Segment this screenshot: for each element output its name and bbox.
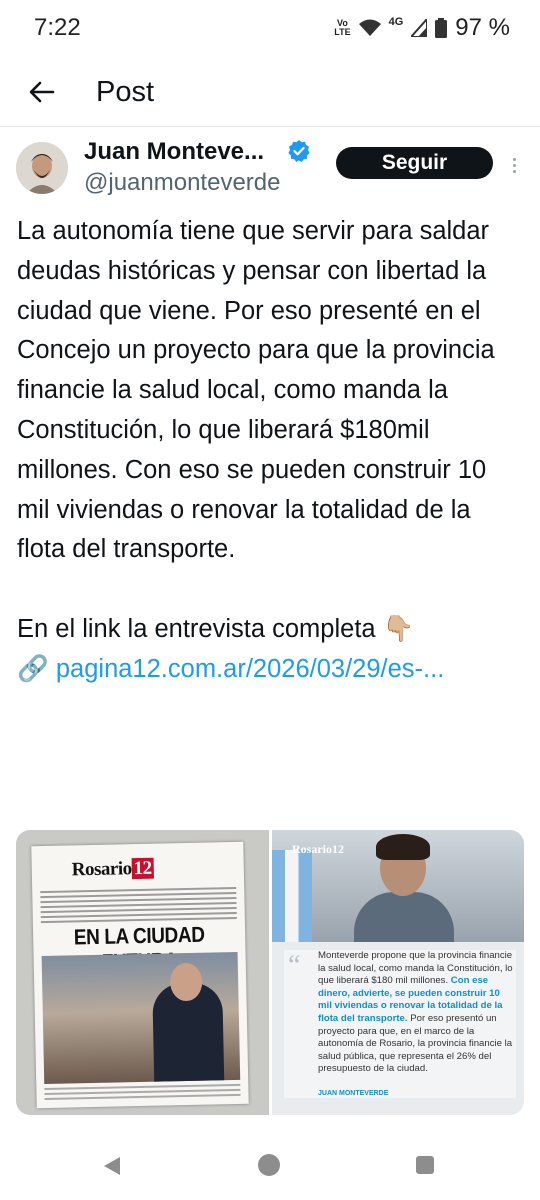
media-image-quote-card[interactable]: Rosario12 “ Monteverde propone que la pr… xyxy=(272,830,524,1115)
quote-card-text: Monteverde propone que la provincia fina… xyxy=(318,950,513,1075)
quote-card-text-box: “ Monteverde propone que la provincia fi… xyxy=(284,950,516,1098)
battery-percent: 97 % xyxy=(455,14,510,41)
avatar-image xyxy=(16,142,68,194)
tweet-paragraph-1: La autonomía tiene que servir para salda… xyxy=(17,217,495,564)
nav-recents-icon[interactable] xyxy=(416,1156,434,1174)
back-button[interactable] xyxy=(22,72,62,112)
battery-icon xyxy=(435,18,448,38)
media-image-newspaper[interactable]: Rosario12 EN LA CIUDAD FUTURA xyxy=(16,830,269,1115)
tweet-link[interactable]: 🔗 pagina12.com.ar/2026/03/29/es-... xyxy=(17,650,522,690)
nav-back-icon[interactable] xyxy=(102,1156,122,1176)
back-arrow-icon xyxy=(29,81,55,103)
media-gallery: Rosario12 EN LA CIUDAD FUTURA Rosario12 … xyxy=(16,830,524,1115)
link-url[interactable]: pagina12.com.ar/2026/03/29/es-... xyxy=(56,655,444,683)
follow-button[interactable]: Seguir xyxy=(336,147,493,179)
app-header: Post xyxy=(0,62,540,127)
wifi-icon xyxy=(358,19,381,36)
author-handle[interactable]: @juanmonteverde xyxy=(84,169,280,197)
quote-card-logo: Rosario12 xyxy=(292,842,344,856)
tweet-body: La autonomía tiene que servir para salda… xyxy=(17,212,522,690)
author-name[interactable]: Juan Monteve... xyxy=(84,138,264,166)
more-options-icon[interactable] xyxy=(506,150,522,180)
status-icons: Vo LTE 4G 97 % xyxy=(334,14,510,42)
quote-card-photo: Rosario12 xyxy=(272,830,524,942)
newspaper-masthead: Rosario12 xyxy=(71,857,154,881)
verified-badge-icon xyxy=(288,140,310,162)
network-type: 4G xyxy=(388,16,404,28)
status-bar: 7:22 Vo LTE 4G 97 % xyxy=(0,0,540,56)
link-icon: 🔗 xyxy=(17,654,49,683)
signal-icon xyxy=(411,19,428,37)
avatar[interactable] xyxy=(16,142,68,194)
newspaper-cover: Rosario12 EN LA CIUDAD FUTURA xyxy=(31,841,249,1109)
page-title: Post xyxy=(96,76,155,108)
tweet-paragraph-2: En el link la entrevista completa 👇🏼 xyxy=(17,614,415,643)
volte-indicator: Vo LTE xyxy=(334,18,351,37)
nav-home-icon[interactable] xyxy=(258,1154,280,1176)
system-nav-bar xyxy=(0,1136,540,1200)
newspaper-photo xyxy=(41,951,241,1085)
status-time: 7:22 xyxy=(34,14,81,41)
quote-mark-icon: “ xyxy=(288,950,301,981)
quote-card-signature: JUAN MONTEVERDE xyxy=(318,1090,389,1097)
